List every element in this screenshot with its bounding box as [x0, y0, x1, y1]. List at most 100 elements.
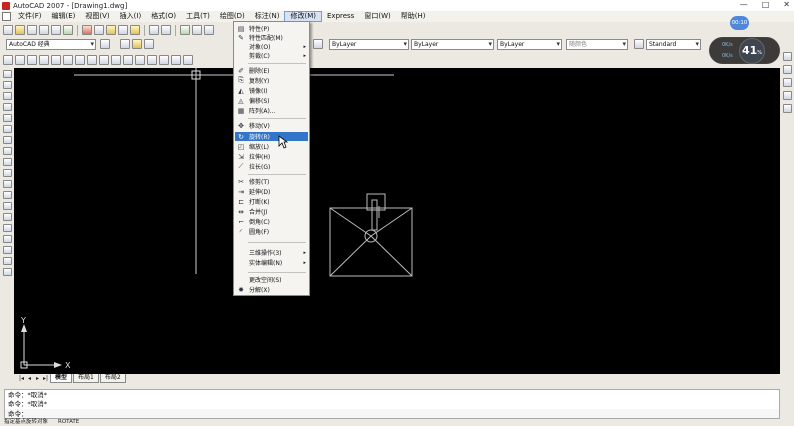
menu-file[interactable]: 文件(F)	[13, 11, 47, 22]
circle-icon[interactable]	[2, 136, 12, 144]
document-icon[interactable]	[2, 12, 11, 21]
markup-icon[interactable]	[783, 104, 792, 113]
menu-item-rotate[interactable]: ↻ 旋转(R)	[235, 132, 308, 141]
dim-update-icon[interactable]	[183, 55, 193, 65]
radius-dim-icon[interactable]	[51, 55, 61, 65]
menu-item-fillet[interactable]: ◜ 圆角(F)	[235, 227, 308, 237]
tolerance-icon[interactable]	[135, 55, 145, 65]
pan-icon[interactable]	[180, 25, 190, 35]
redo-icon[interactable]	[161, 25, 171, 35]
cut-icon[interactable]	[82, 25, 92, 35]
copy-clip-icon[interactable]	[94, 25, 104, 35]
text-style-icon[interactable]	[634, 39, 644, 49]
print-icon[interactable]	[39, 25, 49, 35]
tab-first-button[interactable]: |◂	[18, 375, 25, 382]
menu-item-explode[interactable]: ✸ 分解(X)	[235, 285, 308, 295]
menu-item-scale[interactable]: ◰ 缩放(L)	[235, 142, 308, 152]
menu-item-mirror[interactable]: ◭ 镜像(I)	[235, 86, 308, 96]
menu-tools[interactable]: 工具(T)	[181, 11, 215, 22]
center-mark-icon[interactable]	[147, 55, 157, 65]
sheet-set-icon[interactable]	[783, 91, 792, 100]
menu-item-move[interactable]: ✥ 移动(V)	[235, 121, 308, 131]
save-icon[interactable]	[27, 25, 37, 35]
arc-length-icon[interactable]	[27, 55, 37, 65]
tab-layout1[interactable]: 布局1	[73, 374, 99, 383]
point-icon[interactable]	[2, 213, 12, 221]
gradient-icon[interactable]	[2, 235, 12, 243]
layer-manager-icon[interactable]	[313, 39, 323, 49]
angular-dim-icon[interactable]	[87, 55, 97, 65]
paste-icon[interactable]	[106, 25, 116, 35]
plot-preview-icon[interactable]	[51, 25, 61, 35]
quick-dim-icon[interactable]	[99, 55, 109, 65]
ordinate-dim-icon[interactable]	[39, 55, 49, 65]
aligned-dim-icon[interactable]	[15, 55, 25, 65]
menu-express[interactable]: Express	[322, 11, 359, 22]
insert-block-icon[interactable]	[2, 191, 12, 199]
tab-prev-button[interactable]: ◂	[26, 375, 33, 382]
tab-next-button[interactable]: ▸	[34, 375, 41, 382]
menu-item-extend[interactable]: ⇥ 延伸(D)	[235, 187, 308, 197]
menu-item-break[interactable]: ⊏ 打断(K)	[235, 197, 308, 207]
menu-item-clip[interactable]: 剪裁(C) ▸	[235, 51, 308, 61]
layer-freeze-icon[interactable]	[144, 39, 154, 49]
block-editor-icon[interactable]	[130, 25, 140, 35]
menu-item-chamfer[interactable]: ⌐ 倒角(C)	[235, 217, 308, 227]
table-icon[interactable]	[2, 257, 12, 265]
ellipse-icon[interactable]	[2, 169, 12, 177]
menu-item-match-properties[interactable]: ✎ 特性匹配(M)	[235, 33, 308, 43]
spline-icon[interactable]	[2, 158, 12, 166]
text-style-select[interactable]: Standard	[646, 39, 701, 50]
menu-item-erase[interactable]: ✐ 删除(E)	[235, 66, 308, 76]
menu-format[interactable]: 格式(O)	[146, 11, 181, 22]
dim-edit-icon[interactable]	[159, 55, 169, 65]
layer-state-icon[interactable]	[120, 39, 130, 49]
tab-last-button[interactable]: ▸|	[42, 375, 49, 382]
menu-help[interactable]: 帮助(H)	[396, 11, 431, 22]
menu-item-properties[interactable]: ▤ 特性(P)	[235, 24, 308, 34]
workspace-settings-icon[interactable]	[100, 39, 110, 49]
new-file-icon[interactable]	[3, 25, 13, 35]
workspace-select[interactable]: AutoCAD 经典	[6, 39, 96, 50]
minimize-button[interactable]: —	[740, 0, 748, 9]
menu-item-object[interactable]: 对象(O) ▸	[235, 42, 308, 52]
close-button[interactable]: ✕	[783, 0, 790, 9]
menu-item-join[interactable]: ⇹ 合并(J)	[235, 207, 308, 217]
undo-icon[interactable]	[149, 25, 159, 35]
jogged-dim-icon[interactable]	[63, 55, 73, 65]
arc-icon[interactable]	[2, 125, 12, 133]
tool-palette-icon[interactable]	[783, 78, 792, 87]
linetype-control-select[interactable]: ByLayer	[411, 39, 494, 50]
open-file-icon[interactable]	[15, 25, 25, 35]
match-prop-icon[interactable]	[118, 25, 128, 35]
hatch-icon[interactable]	[2, 224, 12, 232]
menu-item-stretch[interactable]: ⇲ 拉伸(H)	[235, 152, 308, 162]
menu-item-solid-editing[interactable]: 实体编辑(N) ▸	[235, 258, 308, 268]
menu-item-3d-operations[interactable]: 三维操作(3) ▸	[235, 248, 308, 258]
design-center-icon[interactable]	[783, 65, 792, 74]
menu-edit[interactable]: 编辑(E)	[47, 11, 81, 22]
baseline-dim-icon[interactable]	[111, 55, 121, 65]
polygon-icon[interactable]	[2, 103, 12, 111]
diameter-dim-icon[interactable]	[75, 55, 85, 65]
menu-item-array[interactable]: ▦ 阵列(A)...	[235, 106, 308, 116]
menu-window[interactable]: 窗口(W)	[359, 11, 395, 22]
properties-panel-icon[interactable]	[783, 52, 792, 61]
publish-icon[interactable]	[63, 25, 73, 35]
lineweight-control-select[interactable]: ByLayer	[497, 39, 562, 50]
menu-item-lengthen[interactable]: ⟋ 拉长(G)	[235, 162, 308, 171]
line-icon[interactable]	[2, 70, 12, 78]
menu-item-change-space[interactable]: 更改空间(S)	[235, 275, 308, 284]
zoom-window-icon[interactable]	[204, 25, 214, 35]
tab-model[interactable]: 模型	[50, 374, 73, 383]
region-icon[interactable]	[2, 246, 12, 254]
rectangle-icon[interactable]	[2, 114, 12, 122]
construction-line-icon[interactable]	[2, 81, 12, 89]
revision-cloud-icon[interactable]	[2, 147, 12, 155]
plotstyle-control-select[interactable]: 随颜色	[566, 39, 628, 50]
linear-dim-icon[interactable]	[3, 55, 13, 65]
continue-dim-icon[interactable]	[123, 55, 133, 65]
ellipse-arc-icon[interactable]	[2, 180, 12, 188]
maximize-button[interactable]: □	[762, 0, 770, 9]
zoom-realtime-icon[interactable]	[192, 25, 202, 35]
